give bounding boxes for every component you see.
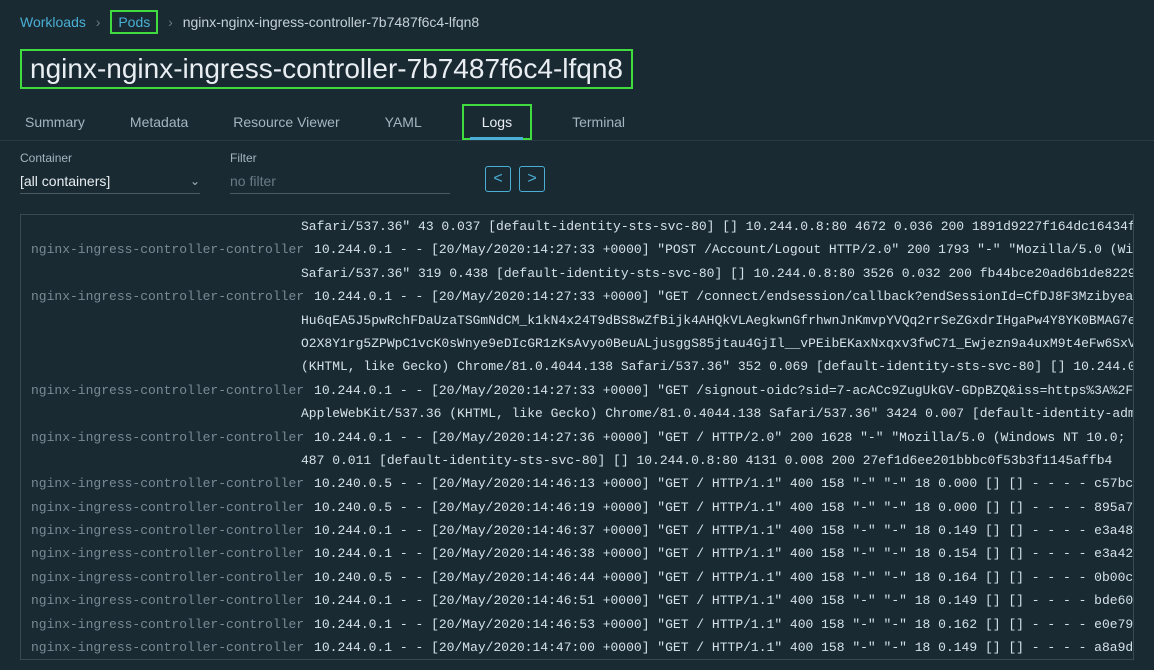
filter-text-group: Filter: [230, 151, 450, 194]
log-message: 10.240.0.5 - - [20/May/2020:14:46:44 +00…: [314, 566, 1133, 589]
log-message: AppleWebKit/537.36 (KHTML, like Gecko) C…: [301, 402, 1133, 425]
container-filter-group: Container [all containers] ⌄: [20, 151, 200, 194]
log-message: 10.240.0.5 - - [20/May/2020:14:46:13 +00…: [314, 472, 1133, 495]
log-message: 10.244.0.1 - - [20/May/2020:14:46:37 +00…: [314, 519, 1133, 542]
log-message: 10.244.0.1 - - [20/May/2020:14:46:53 +00…: [314, 613, 1133, 636]
log-row: nginx-ingress-controller-controller10.24…: [21, 472, 1133, 495]
log-source: nginx-ingress-controller-controller: [21, 379, 314, 402]
log-source: nginx-ingress-controller-controller: [21, 472, 314, 495]
log-source: nginx-ingress-controller-controller: [21, 285, 314, 308]
log-row: AppleWebKit/537.36 (KHTML, like Gecko) C…: [21, 402, 1133, 425]
breadcrumb-current: nginx-nginx-ingress-controller-7b7487f6c…: [183, 14, 480, 30]
tab-resource-viewer[interactable]: Resource Viewer: [228, 104, 344, 140]
log-message: 10.244.0.1 - - [20/May/2020:14:46:51 +00…: [314, 589, 1133, 612]
log-source: [21, 402, 301, 425]
log-message: 487 0.011 [default-identity-sts-svc-80] …: [301, 449, 1112, 472]
breadcrumb: Workloads › Pods › nginx-nginx-ingress-c…: [0, 0, 1154, 44]
filter-input[interactable]: [230, 169, 450, 194]
breadcrumb-workloads[interactable]: Workloads: [20, 14, 86, 30]
log-source: nginx-ingress-controller-controller: [21, 519, 314, 542]
next-button[interactable]: >: [519, 166, 545, 192]
log-source: [21, 332, 301, 355]
prev-button[interactable]: <: [485, 166, 511, 192]
page-title-container: nginx-nginx-ingress-controller-7b7487f6c…: [0, 44, 1154, 104]
log-message: 10.244.0.1 - - [20/May/2020:14:27:33 +00…: [314, 238, 1133, 261]
log-message: Safari/537.36" 43 0.037 [default-identit…: [301, 215, 1133, 238]
log-message: O2X8Y1rg5ZPWpC1vcK0sWnye9eDIcGR1zKsAvyo0…: [301, 332, 1133, 355]
log-message: 10.244.0.1 - - [20/May/2020:14:27:33 +00…: [314, 379, 1133, 402]
log-row: nginx-ingress-controller-controller10.24…: [21, 285, 1133, 308]
log-message: 10.244.0.1 - - [20/May/2020:14:47:00 +00…: [314, 636, 1133, 659]
log-source: [21, 309, 301, 332]
tab-summary[interactable]: Summary: [20, 104, 90, 140]
log-row: nginx-ingress-controller-controller10.24…: [21, 238, 1133, 261]
log-message: Hu6qEA5J5pwRchFDaUzaTSGmNdCM_k1kN4x24T9d…: [301, 309, 1133, 332]
log-message: 10.240.0.5 - - [20/May/2020:14:46:19 +00…: [314, 496, 1133, 519]
tab-yaml[interactable]: YAML: [380, 104, 427, 140]
chevron-down-icon: ⌄: [190, 174, 200, 188]
log-message: (KHTML, like Gecko) Chrome/81.0.4044.138…: [301, 355, 1133, 378]
logs-container[interactable]: Safari/537.36" 43 0.037 [default-identit…: [20, 214, 1134, 660]
log-source: nginx-ingress-controller-controller: [21, 566, 314, 589]
log-source: nginx-ingress-controller-controller: [21, 496, 314, 519]
log-row: Safari/537.36" 43 0.037 [default-identit…: [21, 215, 1133, 238]
log-message: 10.244.0.1 - - [20/May/2020:14:27:36 +00…: [314, 426, 1133, 449]
log-row: nginx-ingress-controller-controller10.24…: [21, 496, 1133, 519]
log-row: nginx-ingress-controller-controller10.24…: [21, 519, 1133, 542]
container-select-value: [all containers]: [20, 173, 110, 189]
log-row: (KHTML, like Gecko) Chrome/81.0.4044.138…: [21, 355, 1133, 378]
log-source: nginx-ingress-controller-controller: [21, 589, 314, 612]
log-row: nginx-ingress-controller-controller10.24…: [21, 542, 1133, 565]
log-message: 10.244.0.1 - - [20/May/2020:14:46:38 +00…: [314, 542, 1133, 565]
log-source: nginx-ingress-controller-controller: [21, 426, 314, 449]
log-source: [21, 449, 301, 472]
filter-label: Filter: [230, 151, 450, 165]
tab-metadata[interactable]: Metadata: [125, 104, 193, 140]
log-message: 10.244.0.1 - - [20/May/2020:14:27:33 +00…: [314, 285, 1133, 308]
tabs: Summary Metadata Resource Viewer YAML Lo…: [0, 104, 1154, 141]
log-source: [21, 215, 301, 238]
log-row: nginx-ingress-controller-controller10.24…: [21, 426, 1133, 449]
nav-buttons: < >: [485, 166, 545, 192]
breadcrumb-pods[interactable]: Pods: [118, 14, 150, 30]
log-row: Safari/537.36" 319 0.438 [default-identi…: [21, 262, 1133, 285]
container-select[interactable]: [all containers] ⌄: [20, 169, 200, 194]
log-message: Safari/537.36" 319 0.438 [default-identi…: [301, 262, 1133, 285]
log-row: 487 0.011 [default-identity-sts-svc-80] …: [21, 449, 1133, 472]
log-row: nginx-ingress-controller-controller10.24…: [21, 613, 1133, 636]
breadcrumb-separator: ›: [96, 14, 101, 30]
log-source: [21, 262, 301, 285]
log-source: nginx-ingress-controller-controller: [21, 636, 314, 659]
log-source: nginx-ingress-controller-controller: [21, 238, 314, 261]
log-source: nginx-ingress-controller-controller: [21, 542, 314, 565]
tab-terminal[interactable]: Terminal: [567, 104, 630, 140]
log-row: Hu6qEA5J5pwRchFDaUzaTSGmNdCM_k1kN4x24T9d…: [21, 309, 1133, 332]
filter-row: Container [all containers] ⌄ Filter < >: [0, 141, 1154, 204]
log-source: nginx-ingress-controller-controller: [21, 613, 314, 636]
log-row: O2X8Y1rg5ZPWpC1vcK0sWnye9eDIcGR1zKsAvyo0…: [21, 332, 1133, 355]
log-row: nginx-ingress-controller-controller10.24…: [21, 589, 1133, 612]
log-row: nginx-ingress-controller-controller10.24…: [21, 379, 1133, 402]
breadcrumb-separator: ›: [168, 14, 173, 30]
page-title: nginx-nginx-ingress-controller-7b7487f6c…: [20, 49, 633, 89]
log-source: [21, 355, 301, 378]
container-label: Container: [20, 151, 200, 165]
log-row: nginx-ingress-controller-controller10.24…: [21, 636, 1133, 659]
log-row: nginx-ingress-controller-controller10.24…: [21, 566, 1133, 589]
tab-logs[interactable]: Logs: [462, 104, 532, 140]
